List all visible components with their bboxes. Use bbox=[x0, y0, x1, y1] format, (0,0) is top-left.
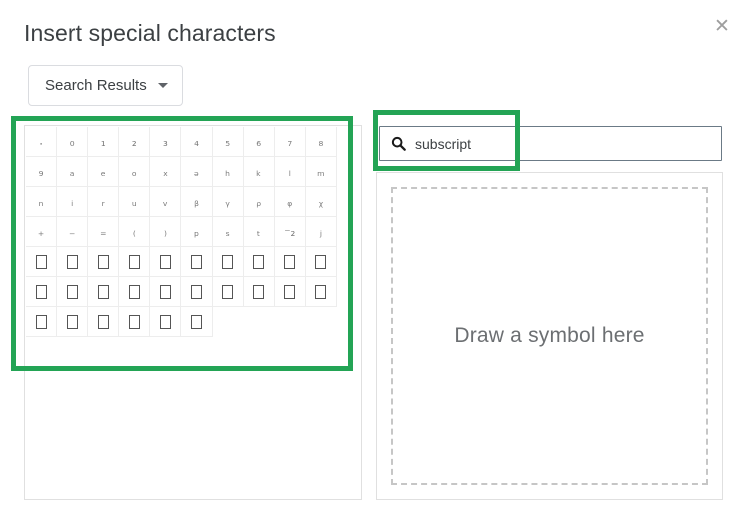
character-cell[interactable]: ᵧ bbox=[213, 187, 244, 217]
character-cell[interactable] bbox=[244, 247, 275, 277]
character-cell[interactable]: ₚ bbox=[181, 217, 212, 247]
character-cell[interactable]: ₅ bbox=[213, 127, 244, 157]
page-title: Insert special characters bbox=[24, 19, 276, 47]
character-cell[interactable] bbox=[150, 247, 181, 277]
character-cell[interactable]: ₆ bbox=[244, 127, 275, 157]
character-cell[interactable] bbox=[181, 247, 212, 277]
character-cell[interactable]: ₄ bbox=[181, 127, 212, 157]
character-cell[interactable]: ₃ bbox=[150, 127, 181, 157]
character-cell[interactable]: ₁ bbox=[88, 127, 119, 157]
character-cell[interactable] bbox=[57, 277, 88, 307]
character-cell[interactable]: ₑ bbox=[88, 157, 119, 187]
character-cell[interactable]: ₇ bbox=[275, 127, 306, 157]
character-cell[interactable] bbox=[119, 247, 150, 277]
character-cell[interactable]: ⁻₂ bbox=[275, 217, 306, 247]
character-cell[interactable]: ᵢ bbox=[57, 187, 88, 217]
character-cell[interactable] bbox=[275, 247, 306, 277]
character-cell[interactable]: ₗ bbox=[275, 157, 306, 187]
character-cell[interactable]: ₔ bbox=[181, 157, 212, 187]
character-cell[interactable]: ⸳ bbox=[26, 127, 57, 157]
character-cell[interactable]: ₙ bbox=[26, 187, 57, 217]
character-cell[interactable] bbox=[213, 277, 244, 307]
character-cell[interactable]: ₋ bbox=[57, 217, 88, 247]
character-cell[interactable]: ₒ bbox=[119, 157, 150, 187]
character-cell[interactable] bbox=[306, 277, 337, 307]
character-cell[interactable] bbox=[181, 277, 212, 307]
search-input-value: subscript bbox=[415, 137, 471, 151]
character-cell[interactable]: ᵦ bbox=[181, 187, 212, 217]
character-cell[interactable]: ₖ bbox=[244, 157, 275, 187]
category-dropdown[interactable]: Search Results bbox=[28, 65, 183, 106]
character-cell[interactable]: ₕ bbox=[213, 157, 244, 187]
character-cell[interactable]: ᵤ bbox=[119, 187, 150, 217]
draw-symbol-hint: Draw a symbol here bbox=[454, 324, 644, 348]
character-results-grid: ⸳₀₁₂₃₄₅₆₇₈ ₉ₐₑₒₓₔₕₖₗₘ ₙᵢᵣᵤᵥᵦᵧᵨᵩᵪ ₊₋₌₍₎ₚₛₜ⁻₂… bbox=[26, 127, 337, 337]
character-cell[interactable] bbox=[181, 307, 212, 337]
draw-symbol-canvas[interactable]: Draw a symbol here bbox=[391, 187, 708, 485]
search-input[interactable]: subscript bbox=[379, 126, 722, 161]
character-cell[interactable]: ₂ bbox=[119, 127, 150, 157]
character-cell[interactable]: ₍ bbox=[119, 217, 150, 247]
character-cell[interactable] bbox=[57, 307, 88, 337]
character-cell[interactable] bbox=[119, 277, 150, 307]
insert-special-characters-dialog: Insert special characters ✕ Search Resul… bbox=[0, 0, 751, 517]
character-cell[interactable]: ᵪ bbox=[306, 187, 337, 217]
character-cell[interactable]: ᵨ bbox=[244, 187, 275, 217]
character-cell[interactable]: ₉ bbox=[26, 157, 57, 187]
character-cell[interactable] bbox=[88, 307, 119, 337]
character-cell[interactable]: ᵣ bbox=[88, 187, 119, 217]
character-cell[interactable] bbox=[119, 307, 150, 337]
character-cell[interactable] bbox=[244, 277, 275, 307]
character-cell[interactable]: ⱼ bbox=[306, 217, 337, 247]
character-cell[interactable]: ₎ bbox=[150, 217, 181, 247]
character-cell[interactable]: ₀ bbox=[57, 127, 88, 157]
character-cell[interactable] bbox=[88, 277, 119, 307]
character-cell[interactable]: ₘ bbox=[306, 157, 337, 187]
character-cell[interactable]: ₛ bbox=[213, 217, 244, 247]
search-icon bbox=[391, 136, 406, 151]
character-cell[interactable]: ₈ bbox=[306, 127, 337, 157]
category-dropdown-label: Search Results bbox=[45, 77, 147, 94]
close-icon[interactable]: ✕ bbox=[710, 14, 734, 38]
character-cell[interactable] bbox=[275, 277, 306, 307]
character-cell[interactable] bbox=[88, 247, 119, 277]
character-cell[interactable] bbox=[150, 307, 181, 337]
character-cell[interactable] bbox=[26, 277, 57, 307]
character-cell[interactable] bbox=[26, 247, 57, 277]
character-cell[interactable]: ₌ bbox=[88, 217, 119, 247]
character-cell[interactable]: ᵥ bbox=[150, 187, 181, 217]
character-cell[interactable]: ₊ bbox=[26, 217, 57, 247]
character-cell[interactable]: ₓ bbox=[150, 157, 181, 187]
character-cell[interactable] bbox=[150, 277, 181, 307]
chevron-down-icon bbox=[158, 83, 168, 88]
character-cell[interactable] bbox=[26, 307, 57, 337]
character-cell[interactable] bbox=[213, 247, 244, 277]
character-cell[interactable] bbox=[57, 247, 88, 277]
character-cell[interactable]: ₜ bbox=[244, 217, 275, 247]
results-panel: ⸳₀₁₂₃₄₅₆₇₈ ₉ₐₑₒₓₔₕₖₗₘ ₙᵢᵣᵤᵥᵦᵧᵨᵩᵪ ₊₋₌₍₎ₚₛₜ⁻₂… bbox=[24, 125, 362, 500]
character-cell[interactable]: ᵩ bbox=[275, 187, 306, 217]
draw-panel: Draw a symbol here bbox=[376, 172, 723, 500]
character-cell[interactable]: ₐ bbox=[57, 157, 88, 187]
character-cell[interactable] bbox=[306, 247, 337, 277]
